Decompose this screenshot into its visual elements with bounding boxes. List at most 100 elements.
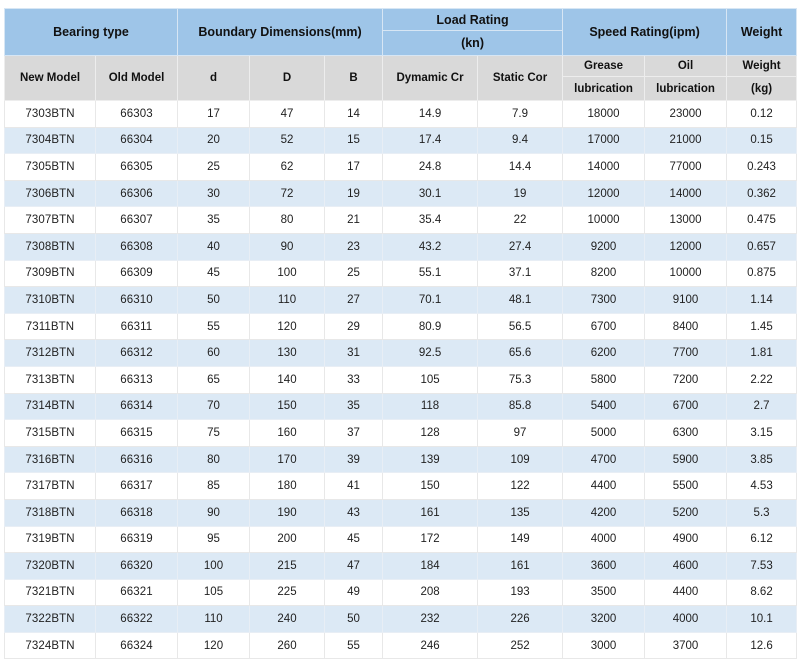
cell-old_model: 66314: [95, 392, 178, 421]
cell-weight: 1.81: [726, 339, 798, 367]
cell-new_model: 7308BTN: [4, 232, 96, 261]
cell-weight: 2.22: [726, 365, 798, 394]
cell-new_model: 7322BTN: [4, 605, 96, 633]
cell-D: 170: [249, 445, 325, 474]
cell-old_model: 66311: [95, 312, 178, 341]
cell-weight: 5.3: [726, 498, 798, 527]
cell-d: 50: [177, 286, 250, 314]
cell-grease_lubrication: 7300: [562, 286, 646, 314]
table-row: 7324BTN 66324 120 260 55 246 252 3000 3700 12.6: [4, 631, 798, 659]
table-header: Bearing type Boundary Dimensions(mm) Loa…: [4, 8, 798, 101]
cell-grease_lubrication: 4400: [562, 472, 646, 500]
cell-dynamic_cr: 30.1: [382, 179, 479, 208]
cell-oil_lubrication: 8400: [644, 312, 728, 341]
header-group-speed-rating: Speed Rating(ipm): [562, 8, 728, 56]
cell-d: 110: [177, 605, 250, 633]
cell-static_cor: 65.6: [477, 339, 564, 367]
table-row: 7322BTN 66322 110 240 50 232 226 3200 4000 10.1: [4, 605, 798, 633]
cell-new_model: 7319BTN: [4, 525, 96, 554]
cell-old_model: 66306: [95, 179, 178, 208]
cell-B: 55: [323, 631, 384, 659]
cell-old_model: 66321: [95, 578, 178, 607]
cell-d: 30: [177, 179, 250, 208]
cell-grease_lubrication: 10000: [562, 206, 646, 234]
cell-B: 47: [323, 552, 384, 580]
cell-new_model: 7304BTN: [4, 126, 96, 155]
cell-B: 43: [323, 498, 384, 527]
col-header-dynamic-cr: Dymamic Cr: [382, 55, 479, 101]
cell-grease_lubrication: 4200: [562, 498, 646, 527]
cell-d: 95: [177, 525, 250, 554]
col-header-oil: Oil: [644, 55, 728, 77]
cell-d: 17: [177, 100, 250, 128]
cell-new_model: 7305BTN: [4, 153, 96, 181]
cell-dynamic_cr: 232: [382, 605, 479, 633]
cell-old_model: 66308: [95, 232, 178, 261]
table-row: 7306BTN 66306 30 72 19 30.1 19 12000 14000 0.362: [4, 179, 798, 208]
cell-B: 37: [323, 419, 384, 447]
cell-dynamic_cr: 14.9: [382, 100, 479, 128]
table-row: 7310BTN 66310 50 110 27 70.1 48.1 7300 9100 1.14: [4, 286, 798, 314]
cell-B: 31: [323, 339, 384, 367]
table-row: 7305BTN 66305 25 62 17 24.8 14.4 14000 77000 0.24…: [4, 153, 798, 181]
header-group-load-rating: Load Rating: [382, 8, 564, 31]
cell-oil_lubrication: 13000: [644, 206, 728, 234]
cell-static_cor: 14.4: [477, 153, 564, 181]
cell-old_model: 66322: [95, 605, 178, 633]
cell-oil_lubrication: 4400: [644, 578, 728, 607]
cell-oil_lubrication: 5200: [644, 498, 728, 527]
table-row: 7317BTN 66317 85 180 41 150 122 4400 5500 4.53: [4, 472, 798, 500]
cell-D: 140: [249, 365, 325, 394]
cell-B: 25: [323, 259, 384, 288]
cell-old_model: 66315: [95, 419, 178, 447]
cell-grease_lubrication: 9200: [562, 232, 646, 261]
cell-old_model: 66324: [95, 631, 178, 659]
cell-weight: 0.12: [726, 100, 798, 128]
cell-grease_lubrication: 3200: [562, 605, 646, 633]
cell-static_cor: 9.4: [477, 126, 564, 155]
cell-oil_lubrication: 14000: [644, 179, 728, 208]
cell-D: 120: [249, 312, 325, 341]
cell-static_cor: 85.8: [477, 392, 564, 421]
cell-dynamic_cr: 70.1: [382, 286, 479, 314]
table-row: 7316BTN 66316 80 170 39 139 109 4700 5900 3.85: [4, 445, 798, 474]
cell-weight: 8.62: [726, 578, 798, 607]
cell-weight: 0.15: [726, 126, 798, 155]
bearing-spec-sheet: Bearing type Boundary Dimensions(mm) Loa…: [0, 0, 800, 659]
cell-weight: 12.6: [726, 631, 798, 659]
cell-d: 90: [177, 498, 250, 527]
cell-oil_lubrication: 5500: [644, 472, 728, 500]
cell-new_model: 7316BTN: [4, 445, 96, 474]
cell-weight: 0.475: [726, 206, 798, 234]
cell-grease_lubrication: 5000: [562, 419, 646, 447]
cell-oil_lubrication: 4600: [644, 552, 728, 580]
cell-static_cor: 122: [477, 472, 564, 500]
table-row: 7311BTN 66311 55 120 29 80.9 56.5 6700 8400 1.45: [4, 312, 798, 341]
table-row: 7304BTN 66304 20 52 15 17.4 9.4 17000 21000 0.15: [4, 126, 798, 155]
cell-weight: 7.53: [726, 552, 798, 580]
table-row: 7307BTN 66307 35 80 21 35.4 22 10000 13000 0.475: [4, 206, 798, 234]
cell-dynamic_cr: 43.2: [382, 232, 479, 261]
cell-weight: 1.14: [726, 286, 798, 314]
cell-new_model: 7309BTN: [4, 259, 96, 288]
cell-dynamic_cr: 128: [382, 419, 479, 447]
cell-D: 62: [249, 153, 325, 181]
cell-new_model: 7306BTN: [4, 179, 96, 208]
cell-static_cor: 149: [477, 525, 564, 554]
cell-D: 47: [249, 100, 325, 128]
table-row: 7315BTN 66315 75 160 37 128 97 5000 6300 3.15: [4, 419, 798, 447]
cell-old_model: 66305: [95, 153, 178, 181]
cell-D: 100: [249, 259, 325, 288]
cell-grease_lubrication: 4000: [562, 525, 646, 554]
table-row: 7303BTN 66303 17 47 14 14.9 7.9 18000 23000 0.12: [4, 100, 798, 128]
col-header-B: B: [323, 55, 384, 101]
table-row: 7308BTN 66308 40 90 23 43.2 27.4 9200 12000 0.657: [4, 232, 798, 261]
col-header-new-model: New Model: [4, 55, 96, 101]
cell-D: 180: [249, 472, 325, 500]
cell-B: 35: [323, 392, 384, 421]
cell-d: 105: [177, 578, 250, 607]
cell-D: 160: [249, 419, 325, 447]
table-row: 7314BTN 66314 70 150 35 118 85.8 5400 6700 2.7: [4, 392, 798, 421]
cell-dynamic_cr: 55.1: [382, 259, 479, 288]
cell-dynamic_cr: 92.5: [382, 339, 479, 367]
